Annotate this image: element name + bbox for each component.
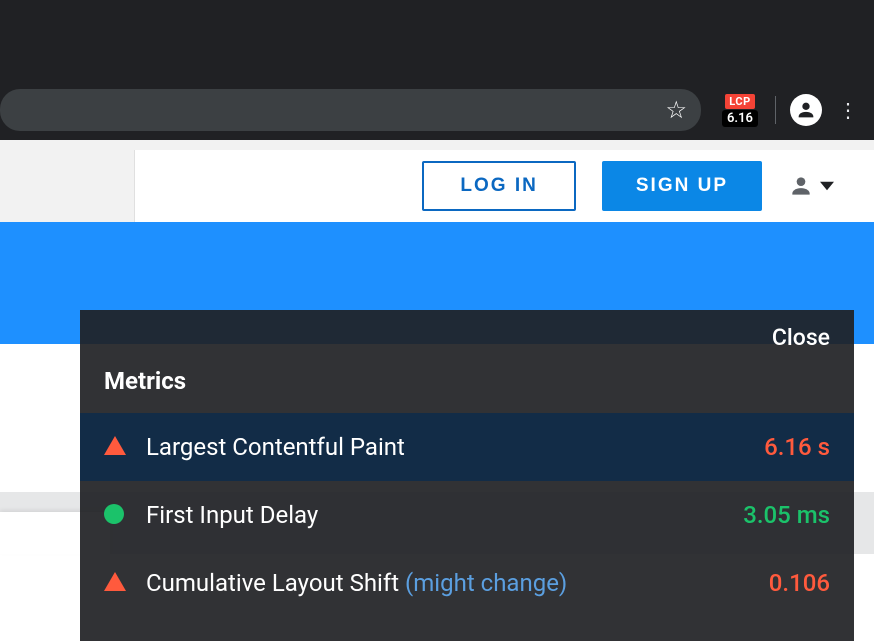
overlay-title: Metrics [80,365,854,413]
browser-toolbar: ☆ LCP 6.16 ⋮ [0,80,874,140]
web-vitals-overlay: Close Metrics Largest Contentful Paint 6… [80,310,854,641]
profile-avatar-icon[interactable] [790,94,822,126]
close-button[interactable]: Close [772,324,830,351]
web-vitals-extension-icon[interactable]: LCP 6.16 [719,92,761,129]
metric-value: 0.106 [769,569,830,597]
toolbar-divider [775,96,776,124]
sidebar-placeholder [0,150,135,222]
chevron-down-icon [820,179,834,193]
metric-label: First Input Delay [146,501,743,529]
signup-button[interactable]: SIGN UP [602,161,762,211]
user-dropdown[interactable] [788,173,834,199]
warning-triangle-icon [104,572,126,594]
metric-value: 3.05 ms [743,501,830,529]
metric-suffix: (might change) [405,569,567,597]
good-circle-icon [104,504,126,526]
site-header: LOG IN SIGN UP [0,140,874,222]
metric-row-cls: Cumulative Layout Shift (might change) 0… [80,549,854,617]
warning-triangle-icon [104,436,126,458]
login-button[interactable]: LOG IN [422,161,575,211]
page-content: LOG IN SIGN UP Close Metrics Largest Con… [0,140,874,554]
user-icon [788,173,814,199]
browser-tab-strip [0,0,874,80]
address-bar[interactable]: ☆ [0,89,701,131]
metric-row-fid: First Input Delay 3.05 ms [80,481,854,549]
extension-tag: LCP [725,94,754,109]
bookmark-star-icon[interactable]: ☆ [665,98,687,122]
metric-label: Largest Contentful Paint [146,433,764,461]
metric-value: 6.16 s [764,433,830,461]
metric-label: Cumulative Layout Shift (might change) [146,569,769,597]
metric-row-lcp: Largest Contentful Paint 6.16 s [80,413,854,481]
extension-value: 6.16 [722,110,758,127]
browser-menu-icon[interactable]: ⋮ [830,92,866,128]
